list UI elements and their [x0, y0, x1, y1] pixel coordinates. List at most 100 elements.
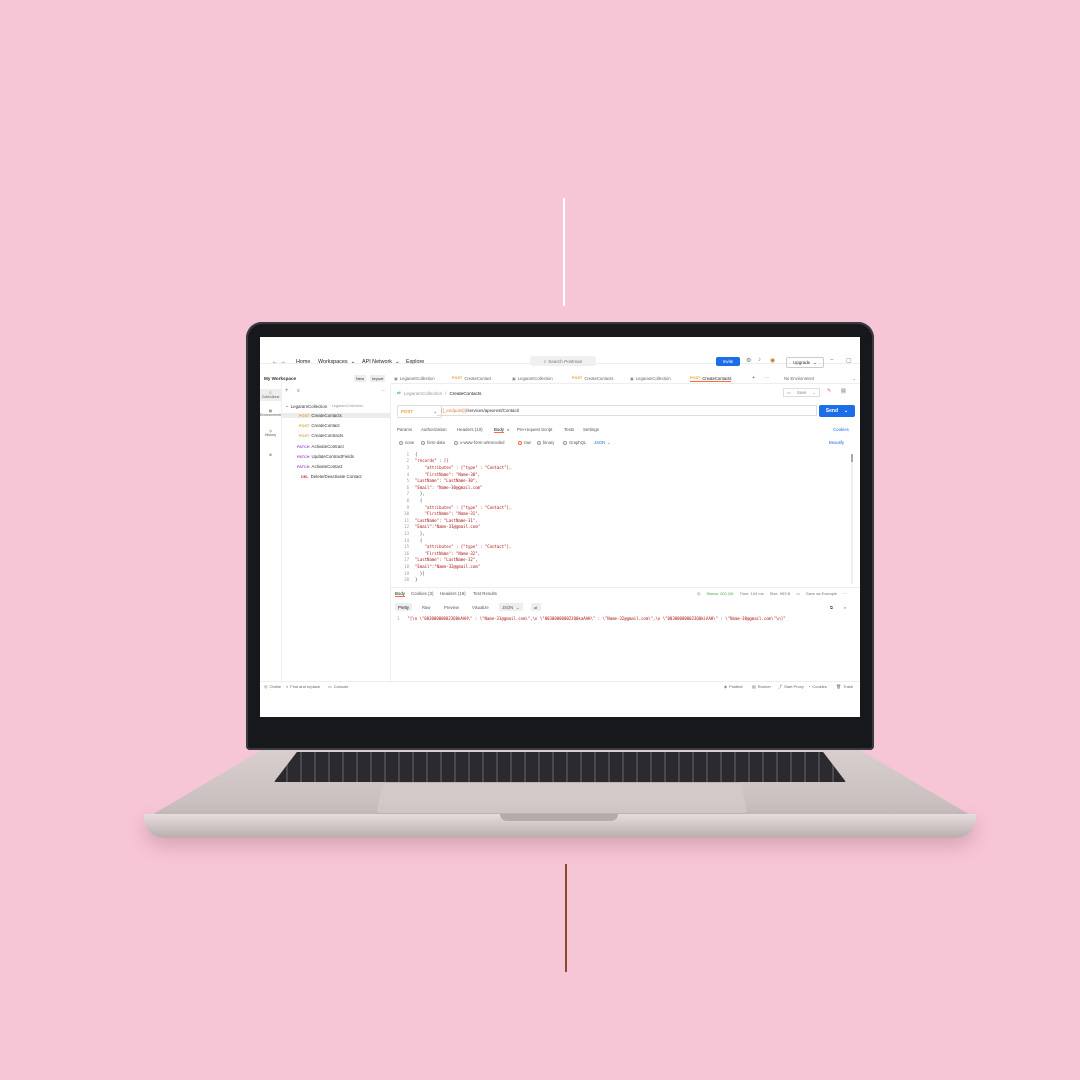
tab-body[interactable]: Body — [494, 427, 505, 433]
search-icon[interactable]: ⌕ — [841, 603, 849, 611]
tab-request[interactable]: POST CreateContact — [452, 376, 491, 381]
request-icon: ⇄ — [397, 390, 401, 395]
trash-label: Trash — [843, 684, 854, 689]
rail-more[interactable]: ⊞ — [260, 453, 281, 457]
tab-collection[interactable]: ▣ LegaramCollection — [512, 376, 553, 381]
tree-item[interactable]: PATCH ActivateContract — [297, 444, 344, 449]
response-tab-body[interactable]: Body — [395, 591, 406, 597]
edit-icon[interactable]: ✎ — [827, 388, 831, 394]
tab-pre-request-script[interactable]: Pre-request Script — [517, 427, 552, 432]
forward-arrow-icon[interactable]: → — [280, 359, 285, 365]
tab-request-active[interactable]: POST CreateContacts — [690, 376, 732, 382]
tab-authorization[interactable]: Authorization — [421, 427, 447, 432]
body-format-select[interactable]: JSON ⌄ — [594, 440, 611, 445]
method-select[interactable]: POST ⌄ — [397, 405, 442, 418]
radio-none[interactable]: none — [399, 440, 414, 445]
response-body[interactable]: 1 "[\n \"003000000023Q0kAAH\" : \"Name-31… — [397, 616, 786, 621]
tab-collection[interactable]: ▣ LegaramCollection — [394, 376, 435, 381]
breadcrumb-parent[interactable]: LegaramCollection — [404, 391, 442, 396]
back-arrow-icon[interactable]: ← — [272, 359, 277, 365]
tree-item[interactable]: POST CreateContacts — [281, 413, 390, 418]
nav-home[interactable]: Home — [296, 359, 310, 365]
save-button[interactable]: ▭ Save ⌄ — [783, 388, 821, 397]
nav-api-network[interactable]: API Network — [362, 359, 392, 365]
view-preview[interactable]: Preview — [441, 603, 462, 611]
radio-raw[interactable]: raw — [518, 440, 531, 445]
tree-item[interactable]: PATCH UpdateContractFields — [297, 454, 354, 459]
tab-params[interactable]: Params — [397, 427, 412, 432]
tab-settings[interactable]: Settings — [583, 427, 599, 432]
rail-environments[interactable]: ▤ Environments — [260, 409, 282, 417]
view-pretty[interactable]: Pretty — [395, 603, 412, 611]
avatar[interactable]: ◉ — [770, 357, 775, 364]
tab-headers[interactable]: Headers (10) — [457, 427, 483, 432]
line-number: 1 — [397, 616, 400, 621]
nav-explore[interactable]: Explore — [406, 359, 424, 365]
start-proxy-button[interactable]: ⤴ Start Proxy — [778, 684, 804, 690]
add-tab-icon[interactable]: + — [752, 375, 755, 381]
cookies-link[interactable]: Cookies — [833, 427, 849, 432]
save-as-example-button[interactable]: Save as Example — [806, 591, 837, 596]
url-input[interactable]: {{_endpoint}}/services/apexrest/Contact/ — [437, 405, 817, 416]
tree-item[interactable]: PATCH ActivateContact — [297, 464, 342, 469]
tab-collection[interactable]: ▣ LegaramCollection — [630, 376, 671, 381]
copy-icon[interactable]: ⧉ — [827, 603, 836, 611]
notification-bell-icon[interactable]: ♪ — [758, 357, 761, 363]
postbot-button[interactable]: ◈ Postbot — [724, 684, 743, 689]
settings-icon[interactable]: ⚙ — [746, 357, 751, 364]
scrollbar-thumb[interactable] — [851, 454, 853, 462]
cookies-button[interactable]: ◔ Cookies — [808, 684, 827, 689]
history-nav: ← → — [272, 359, 286, 365]
tree-item[interactable]: DEL Delete/Deactivate Contact — [301, 474, 362, 479]
response-tab-headers[interactable]: Headers (19) — [440, 591, 466, 596]
beautify-link[interactable]: Beautify — [829, 440, 844, 445]
comments-icon[interactable]: ▤ — [841, 388, 846, 394]
line-number: 6 — [406, 484, 409, 490]
invite-button[interactable]: Invite — [716, 357, 740, 366]
runner-button[interactable]: ▤ Runner — [752, 684, 771, 689]
new-button[interactable]: New — [354, 375, 367, 382]
view-visualize[interactable]: Visualize — [469, 603, 492, 611]
tab-request[interactable]: POST CreateContacts — [572, 376, 613, 381]
send-button[interactable]: Send ⌄ — [819, 405, 855, 417]
method-badge: POST — [452, 376, 463, 380]
more-options-icon[interactable]: ⋯ — [843, 591, 847, 596]
import-button[interactable]: Import — [370, 375, 386, 382]
response-format-select[interactable]: JSON ⌄ — [499, 603, 523, 611]
upgrade-button[interactable]: Upgrade ⌄ — [786, 357, 824, 368]
code-line: 1{ — [397, 451, 418, 458]
line-number: 1 — [406, 451, 409, 457]
more-tabs-icon[interactable]: ⋯ — [764, 375, 769, 381]
trash-icon: 🗑 — [836, 684, 842, 689]
trash-button[interactable]: 🗑 Trash — [836, 684, 853, 689]
tab-tests[interactable]: Tests — [564, 427, 574, 432]
editor-scrollbar[interactable] — [851, 454, 853, 584]
filter-icon[interactable]: ≡ — [297, 388, 300, 394]
rail-history[interactable]: ◷ History — [260, 429, 281, 437]
radio-urlencoded[interactable]: x-www-form-urlencoded — [454, 440, 504, 445]
save-icon: ▭ — [787, 390, 791, 395]
nav-workspaces[interactable]: Workspaces — [318, 359, 348, 365]
view-raw[interactable]: Raw — [419, 603, 433, 611]
body-editor[interactable]: 1{2 "records" : [{3 "attributes" : {"type… — [397, 451, 855, 582]
radio-form-data[interactable]: form-data — [421, 440, 445, 445]
search-input[interactable]: ⌕ Search Postman — [530, 356, 596, 366]
add-icon[interactable]: + — [285, 388, 289, 394]
wrap-icon[interactable]: ⇌ — [531, 603, 541, 611]
tree-item[interactable]: POST CreateContracts — [299, 433, 343, 438]
minimize-icon[interactable]: – — [830, 357, 833, 363]
radio-graphql[interactable]: GraphQL — [563, 440, 586, 445]
radio-binary[interactable]: binary — [537, 440, 554, 445]
line-number: 11 — [404, 517, 409, 523]
console-button[interactable]: ▭ Console — [328, 684, 348, 689]
response-tab-cookies[interactable]: Cookies (3) — [411, 591, 433, 596]
collection-folder[interactable]: ⌄ LegaramCollection ▫ LegaramCollection — [285, 403, 363, 409]
online-status[interactable]: ◎ Online — [264, 684, 281, 689]
tree-item[interactable]: POST CreateContact — [299, 423, 340, 428]
response-tab-test-results[interactable]: Test Results — [473, 591, 497, 596]
rail-collections[interactable]: ▯ Collections — [260, 389, 281, 401]
more-options-icon[interactable]: ⋯ — [381, 388, 386, 394]
environment-select[interactable]: No Environment ⌄ — [784, 376, 856, 381]
find-replace-button[interactable]: ⌕ Find and replace — [286, 684, 320, 689]
window-restore-icon[interactable]: ▢ — [846, 357, 852, 364]
